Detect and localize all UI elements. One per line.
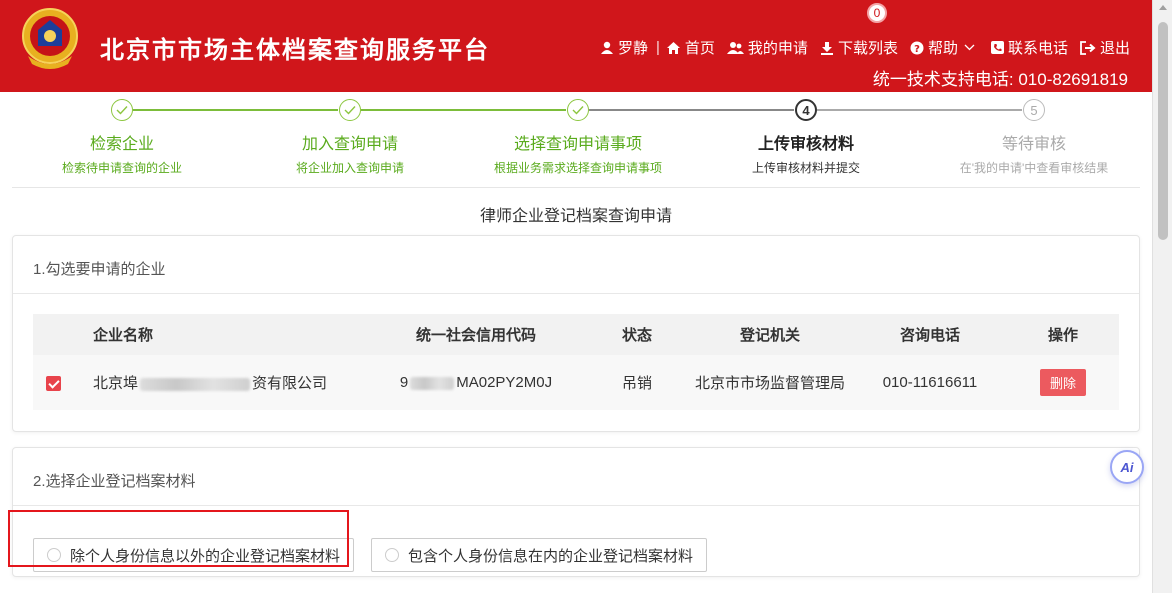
user-name: 罗静 — [617, 40, 648, 57]
company-name-prefix: 北京埠 — [93, 375, 139, 392]
delete-button[interactable]: 删除 — [1039, 369, 1086, 396]
checkbox-column-header — [33, 314, 65, 355]
check-icon — [339, 99, 361, 121]
step-select-items: 选择查询申请事项 根据业务需求选择查询申请事项 — [488, 99, 668, 176]
form-title: 律师企业登记档案查询申请 — [479, 208, 672, 225]
company-name-suffix: 资有限公司 — [252, 375, 328, 392]
section-title: 1.勾选要申请的企业 — [13, 236, 1139, 294]
svg-text:?: ? — [914, 44, 920, 55]
scrollbar-thumb[interactable] — [1158, 22, 1168, 240]
column-header: 咨询电话 — [899, 327, 960, 344]
redacted-text — [410, 376, 455, 390]
highlight-annotation — [8, 510, 349, 567]
download-list-label: 下载列表 — [837, 40, 898, 57]
nav-separator: | — [656, 39, 660, 56]
step-title: 加入查询申请 — [301, 136, 398, 153]
step-number: 4 — [795, 99, 817, 121]
user-menu[interactable]: 罗静 — [600, 37, 648, 58]
header-bar: 北京市市场主体档案查询服务平台 罗静 | 首页 我的申请 下载列表 ? 帮助 联… — [0, 0, 1152, 92]
step-subtitle: 根据业务需求选择查询申请事项 — [493, 161, 662, 175]
authority-cell: 北京市市场监督管理局 — [694, 375, 845, 392]
home-label: 首页 — [684, 40, 715, 57]
phone-icon — [990, 41, 1004, 54]
step-search-company: 检索企业 检索待申请查询的企业 — [32, 99, 212, 176]
option-label: 包含个人身份信息在内的企业登记档案材料 — [408, 547, 694, 565]
top-navigation: 罗静 | 首页 我的申请 下载列表 ? 帮助 联系电话 退出 — [600, 37, 1130, 58]
national-emblem-logo — [22, 8, 78, 69]
action-cell: 删除 — [1007, 355, 1119, 410]
download-icon — [820, 41, 833, 55]
users-icon — [726, 41, 744, 54]
credit-code-prefix: 9 — [399, 374, 409, 391]
step-title: 等待审核 — [1001, 136, 1066, 153]
company-name-cell: 北京埠 资有限公司 — [65, 355, 365, 410]
column-header: 统一社会信用代码 — [415, 327, 536, 344]
my-applications-link[interactable]: 我的申请 — [726, 37, 808, 58]
logout-icon — [1080, 40, 1096, 55]
credit-code-cell: 9 MA02PY2M0J — [365, 355, 587, 410]
ai-assistant-button[interactable]: Ai — [1110, 450, 1144, 484]
company-selection-section: 1.勾选要申请的企业 企业名称 统一社会信用代码 状态 登记机关 咨询电话 操作 — [12, 235, 1140, 432]
step-subtitle: 将企业加入查询申请 — [295, 161, 404, 175]
step-subtitle: 上传审核材料并提交 — [751, 161, 860, 175]
phone-cell: 010-11616611 — [882, 374, 978, 391]
user-icon — [600, 41, 613, 54]
vertical-scrollbar[interactable] — [1152, 0, 1172, 593]
scroll-up-arrow-icon[interactable] — [1159, 5, 1167, 10]
step-subtitle: 检索待申请查询的企业 — [61, 161, 182, 175]
logout-label: 退出 — [1099, 40, 1130, 57]
status-cell: 吊销 — [621, 375, 652, 392]
check-icon — [567, 99, 589, 121]
home-icon — [666, 41, 680, 54]
download-list-link[interactable]: 下载列表 — [820, 37, 898, 58]
section-title: 2.选择企业登记档案材料 — [13, 448, 1139, 506]
contact-label: 联系电话 — [1007, 40, 1068, 57]
step-number: 5 — [1023, 99, 1045, 121]
contact-link[interactable]: 联系电话 — [990, 37, 1068, 58]
radio-circle — [385, 548, 399, 562]
my-applications-label: 我的申请 — [747, 40, 808, 57]
step-subtitle: 在'我的申请'中查看审核结果 — [959, 161, 1109, 175]
check-icon — [111, 99, 133, 121]
table-row: 北京埠 资有限公司 9 MA02PY2M0J 吊销 北京市市场监督管理局 010-1… — [33, 355, 1119, 410]
redacted-text — [140, 377, 251, 391]
column-header: 操作 — [1047, 327, 1078, 344]
help-icon: ? — [910, 41, 924, 55]
column-header: 状态 — [621, 327, 652, 344]
step-title: 选择查询申请事项 — [513, 136, 642, 153]
step-upload-materials: 4 上传审核材料 上传审核材料并提交 — [716, 99, 896, 176]
table-header-row: 企业名称 统一社会信用代码 状态 登记机关 咨询电话 操作 — [33, 314, 1119, 355]
row-checkbox[interactable] — [46, 375, 61, 391]
help-menu[interactable]: ? 帮助 — [910, 37, 979, 58]
company-table: 企业名称 统一社会信用代码 状态 登记机关 咨询电话 操作 北京埠 资有限公司 9… — [33, 314, 1119, 410]
step-title: 检索企业 — [89, 136, 154, 153]
column-header: 企业名称 — [93, 327, 154, 344]
credit-code-suffix: MA02PY2M0J — [456, 374, 553, 391]
logout-link[interactable]: 退出 — [1080, 37, 1130, 58]
home-link[interactable]: 首页 — [666, 37, 715, 58]
step-wait-review: 5 等待审核 在'我的申请'中查看审核结果 — [944, 99, 1124, 176]
column-header: 登记机关 — [739, 327, 800, 344]
chevron-down-icon — [964, 44, 975, 51]
step-title: 上传审核材料 — [757, 136, 854, 153]
option-including-personal-info[interactable]: 包含个人身份信息在内的企业登记档案材料 — [371, 538, 708, 572]
site-title: 北京市市场主体档案查询服务平台 — [100, 37, 490, 64]
support-phone: 统一技术支持电话: 010-82691819 — [872, 70, 1128, 89]
download-count-badge: 0 — [867, 3, 887, 23]
progress-steps: 检索企业 检索待申请查询的企业 加入查询申请 将企业加入查询申请 选择查询申请事… — [0, 92, 1152, 188]
help-label: 帮助 — [927, 40, 958, 57]
divider — [12, 187, 1140, 188]
step-add-application: 加入查询申请 将企业加入查询申请 — [260, 99, 440, 176]
